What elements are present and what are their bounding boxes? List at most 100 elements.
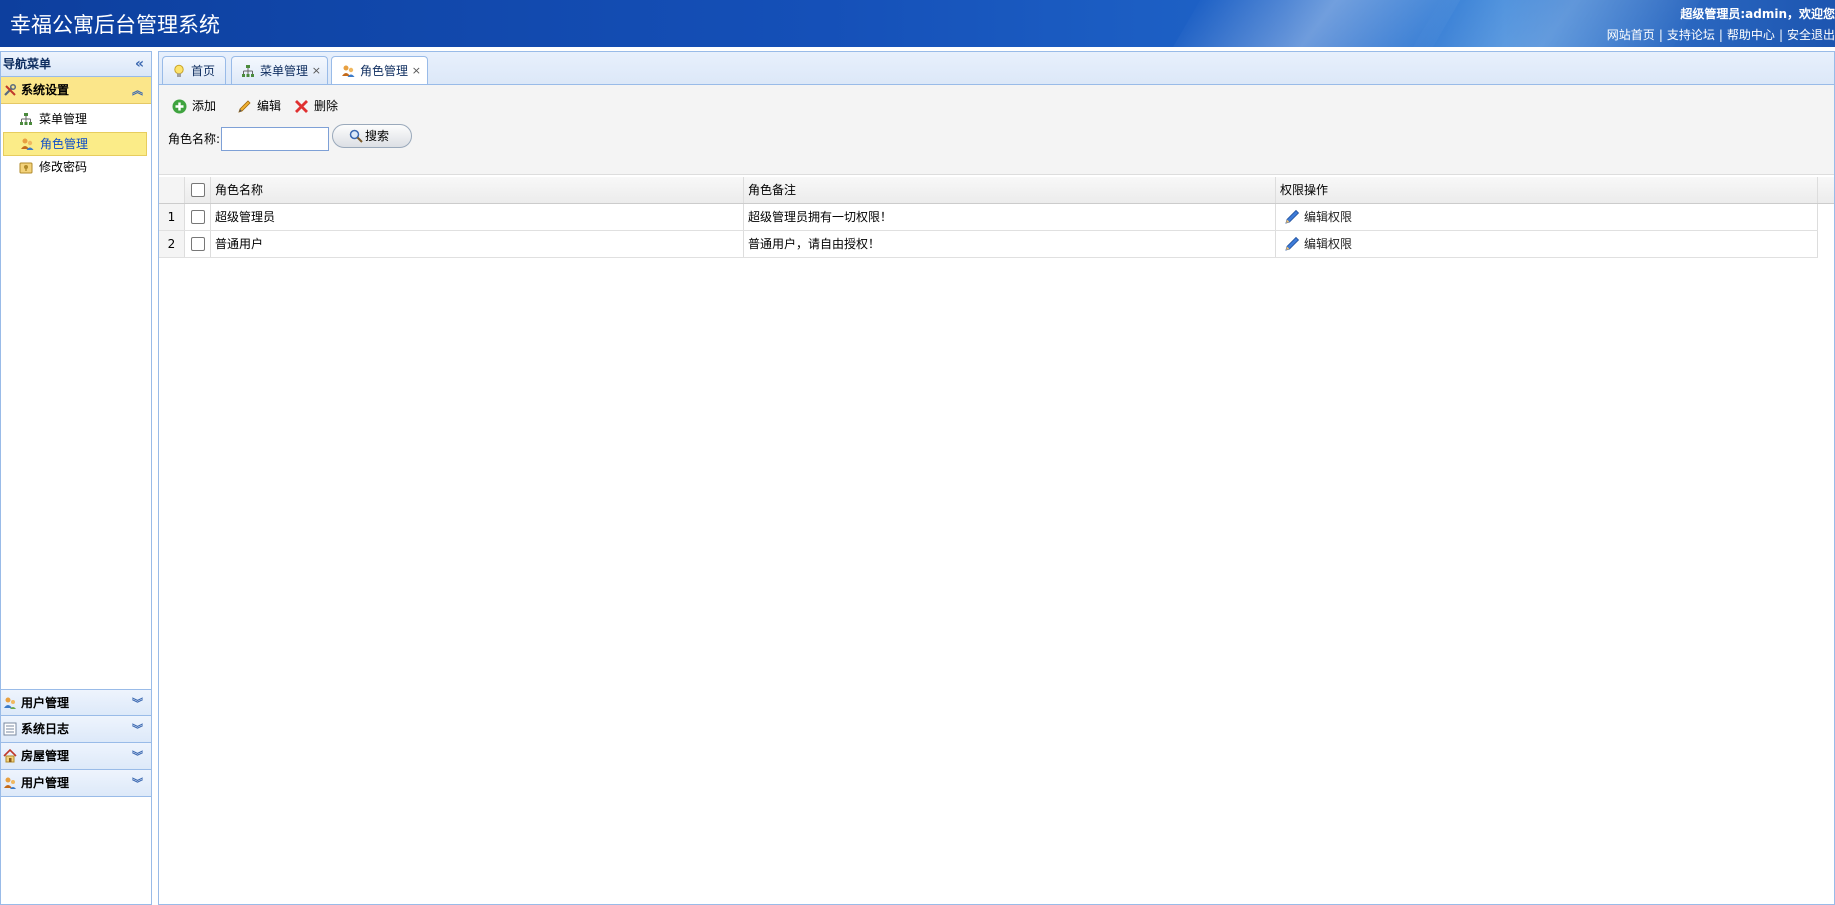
chevron-up-icon[interactable]: ︽ [132, 77, 143, 104]
edit-permission-label: 编辑权限 [1304, 210, 1353, 224]
sidebar-item-change-password[interactable]: 修改密码 [3, 156, 147, 180]
column-header-permission-action[interactable]: 权限操作 [1276, 177, 1818, 203]
section-label: 用户管理 [21, 696, 70, 710]
tab-label: 菜单管理 [260, 64, 309, 78]
select-all-checkbox[interactable] [191, 183, 205, 197]
app-title: 幸福公寓后台管理系统 [10, 13, 220, 37]
welcome-text: 超级管理员:admin，欢迎您 [1680, 7, 1835, 21]
users-icon [4, 697, 16, 709]
row-number: 2 [159, 231, 185, 257]
permission-action-cell: 编辑权限 [1276, 231, 1818, 257]
table-row[interactable]: 1 超级管理员 超级管理员拥有一切权限！ 编辑权限 [159, 204, 1818, 231]
edit-permission-link[interactable]: 编辑权限 [1284, 231, 1352, 257]
add-label: 添加 [192, 99, 217, 113]
chevron-down-icon[interactable]: ︾ [132, 743, 143, 770]
collapsed-sections: 用户管理 ︾ 系统日志 ︾ 房屋管理 ︾ 用户管理 ︾ [1, 689, 151, 797]
chevron-down-icon[interactable]: ︾ [132, 716, 143, 743]
role-icon [21, 138, 34, 150]
nav-sidebar: 导航菜单 « 系统设置 ︽ 菜单管理 角色管理 修改密码 用户管理 ︾ 系统日志… [0, 51, 152, 905]
role-name-cell: 超级管理员 [211, 204, 744, 230]
support-forum-link[interactable]: 支持论坛 [1667, 28, 1715, 42]
sidebar-item-label: 修改密码 [39, 160, 88, 174]
role-note-cell: 普通用户，请自由授权！ [744, 231, 1276, 257]
add-icon [172, 99, 187, 114]
delete-button[interactable]: 删除 [294, 95, 338, 117]
edit-pen-icon [1285, 236, 1300, 251]
sidebar-item-label: 角色管理 [40, 137, 89, 151]
main-content: 首页 菜单管理 × 角色管理 × 添加 编辑 删除 角色名称: 搜索 角色名称 … [158, 51, 1835, 905]
chevron-down-icon[interactable]: ︾ [132, 770, 143, 797]
column-header-role-name[interactable]: 角色名称 [211, 177, 744, 203]
row-select-cell [185, 204, 211, 230]
row-checkbox[interactable] [191, 210, 205, 224]
edit-button[interactable]: 编辑 [237, 95, 281, 117]
row-number-header [159, 177, 185, 203]
delete-label: 删除 [314, 99, 339, 113]
role-note-cell: 超级管理员拥有一切权限！ [744, 204, 1276, 230]
link-separator: | [1658, 28, 1663, 42]
sitemap-icon [242, 65, 254, 77]
edit-permission-link[interactable]: 编辑权限 [1284, 204, 1352, 230]
link-separator: | [1718, 28, 1723, 42]
nav-menu-header: 导航菜单 « [1, 52, 151, 77]
role-name-cell: 普通用户 [211, 231, 744, 257]
tab-label: 角色管理 [360, 64, 409, 78]
tab-strip: 首页 菜单管理 × 角色管理 × [158, 51, 1835, 86]
top-links: 网站首页 | 支持论坛 | 帮助中心 | 安全退出 [1607, 26, 1835, 43]
sidebar-item-menu-management[interactable]: 菜单管理 [3, 108, 147, 132]
sidebar-item-role-management[interactable]: 角色管理 [3, 132, 147, 156]
pencil-icon [238, 100, 251, 113]
section-user-management-2[interactable]: 用户管理 ︾ [1, 770, 151, 797]
edit-permission-label: 编辑权限 [1304, 237, 1353, 251]
help-center-link[interactable]: 帮助中心 [1727, 28, 1775, 42]
search-button[interactable]: 搜索 [332, 124, 412, 148]
header-scroll-spacer [1818, 177, 1834, 204]
role-table: 角色名称 角色备注 权限操作 1 超级管理员 超级管理员拥有一切权限！ 编辑权限… [159, 177, 1818, 258]
section-system-log[interactable]: 系统日志 ︾ [1, 716, 151, 743]
house-icon [3, 749, 17, 763]
section-house-management[interactable]: 房屋管理 ︾ [1, 743, 151, 770]
sitemap-icon [20, 113, 32, 125]
table-row[interactable]: 2 普通用户 普通用户，请自由授权！ 编辑权限 [159, 231, 1818, 258]
edit-pen-icon [1285, 209, 1300, 224]
row-select-cell [185, 231, 211, 257]
password-icon [19, 162, 33, 174]
row-checkbox[interactable] [191, 237, 205, 251]
section-label: 房屋管理 [21, 749, 70, 763]
section-label: 用户管理 [21, 776, 70, 790]
tab-label: 首页 [191, 64, 216, 78]
row-number: 1 [159, 204, 185, 230]
users-icon [4, 777, 16, 789]
role-icon [342, 65, 355, 77]
close-icon[interactable]: × [312, 57, 321, 85]
search-button-label: 搜索 [365, 129, 390, 143]
role-name-input[interactable] [221, 127, 329, 151]
close-icon[interactable]: × [412, 57, 421, 85]
role-name-label: 角色名称: [168, 132, 221, 146]
tab-menu-management[interactable]: 菜单管理 × [231, 56, 328, 85]
log-icon [3, 722, 17, 736]
app-header: 幸福公寓后台管理系统 超级管理员:admin，欢迎您 网站首页 | 支持论坛 | 帮助中… [0, 0, 1835, 47]
tools-icon [4, 83, 17, 96]
tab-role-management[interactable]: 角色管理 × [331, 56, 428, 86]
search-icon [349, 129, 363, 143]
permission-action-cell: 编辑权限 [1276, 204, 1818, 230]
home-site-link[interactable]: 网站首页 [1607, 28, 1655, 42]
section-system-settings[interactable]: 系统设置 ︽ [1, 77, 151, 104]
role-management-panel: 添加 编辑 删除 角色名称: 搜索 角色名称 角色备注 权限操作 1 超级管理员… [158, 84, 1835, 905]
logout-link[interactable]: 安全退出 [1787, 28, 1835, 42]
collapse-sidebar-icon[interactable]: « [135, 52, 144, 77]
section-user-management[interactable]: 用户管理 ︾ [1, 689, 151, 716]
nav-menu-title: 导航菜单 [3, 57, 52, 71]
column-header-role-note[interactable]: 角色备注 [744, 177, 1276, 203]
table-header-row: 角色名称 角色备注 权限操作 [159, 177, 1818, 204]
chevron-down-icon[interactable]: ︾ [132, 690, 143, 717]
delete-icon [295, 100, 308, 113]
link-separator: | [1778, 28, 1783, 42]
sidebar-item-label: 菜单管理 [39, 112, 88, 126]
section-label: 系统设置 [21, 83, 70, 97]
section-label: 系统日志 [21, 722, 70, 736]
add-button[interactable]: 添加 [172, 95, 216, 117]
toolbar: 添加 编辑 删除 角色名称: 搜索 [159, 85, 1834, 175]
tab-home[interactable]: 首页 [162, 56, 226, 85]
